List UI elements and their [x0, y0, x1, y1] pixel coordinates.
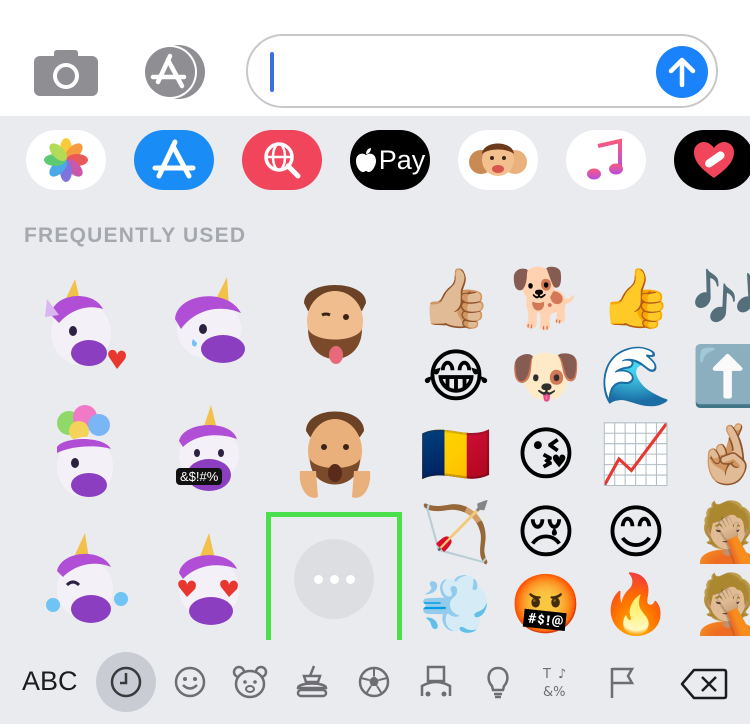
globe-search-icon [264, 142, 301, 179]
unicorn-sticker-heart[interactable] [28, 270, 138, 380]
emoji-key[interactable]: 💨 [418, 566, 494, 642]
memoji-app-button[interactable] [458, 130, 538, 190]
emoji-key[interactable]: 🔥 [598, 566, 674, 642]
emoji-key[interactable]: 🎶 [690, 260, 750, 336]
memoji-icon [469, 143, 527, 176]
memoji-sticker-shocked[interactable] [280, 398, 390, 508]
unicorn-sticker-laughing[interactable] [28, 526, 138, 636]
emoji-key[interactable]: 👍🏼 [418, 260, 494, 336]
apple-icon [355, 148, 376, 172]
emoji-key[interactable]: 🐕 [508, 260, 584, 336]
digital-touch-app-button[interactable] [674, 130, 750, 190]
app-store-icon [143, 45, 205, 99]
emoji-key[interactable]: 😘 [508, 416, 584, 492]
category-objects[interactable] [476, 660, 520, 704]
more-icon [313, 574, 323, 584]
backspace-button[interactable] [680, 668, 728, 700]
flag-icon [610, 667, 635, 698]
emoji-key[interactable]: 📈 [598, 416, 674, 492]
food-icon [296, 665, 328, 698]
category-activity[interactable] [352, 660, 396, 704]
category-recent[interactable] [96, 652, 156, 712]
unicorn-memoji-icon [178, 533, 239, 625]
svg-text:&%: &% [543, 685, 566, 700]
category-flags[interactable] [600, 660, 644, 704]
symbols-icon: T ♪ &% [542, 667, 566, 700]
bear-icon [232, 665, 268, 699]
building-icon [420, 665, 452, 697]
memoji-man-icon [299, 411, 371, 498]
emoji-key[interactable]: 🤦🏼 [690, 566, 750, 642]
category-symbols[interactable]: T ♪ &% [538, 660, 582, 704]
unicorn-sticker-crying[interactable] [152, 270, 262, 380]
emoji-category-bar: ABC T ♪ &% [0, 640, 750, 724]
emoji-key[interactable]: ⬆️ [690, 338, 750, 414]
emoji-key[interactable]: 👍 [598, 260, 674, 336]
sticker-badge: &$!#% [176, 468, 223, 485]
emoji-key[interactable]: 🤬 [508, 566, 584, 642]
heart-icon [694, 142, 734, 178]
apple-pay-app-button[interactable]: Pay [350, 130, 430, 190]
clock-icon [110, 666, 142, 698]
unicorn-memoji-icon [175, 277, 245, 363]
emoji-key[interactable]: 😢 [508, 494, 584, 570]
emoji-key[interactable]: 😂 [418, 338, 494, 414]
app-store-icon [152, 139, 196, 179]
backspace-icon [680, 668, 728, 700]
arrow-up-icon [668, 57, 696, 87]
unicorn-sticker-heart-eyes[interactable] [152, 526, 262, 636]
unicorn-memoji-icon [57, 405, 113, 497]
smiley-icon [174, 666, 206, 698]
unicorn-memoji-icon [179, 405, 239, 491]
emoji-key[interactable]: 🐶 [508, 338, 584, 414]
unicorn-memoji-icon [45, 279, 126, 369]
camera-icon [34, 50, 98, 96]
soccer-ball-icon [358, 666, 390, 698]
memoji-sticker-winking-tongue[interactable] [280, 270, 390, 380]
text-cursor [270, 52, 274, 92]
photos-icon [44, 138, 88, 182]
emoji-key[interactable]: 🌊 [598, 338, 674, 414]
lightbulb-icon [487, 666, 509, 699]
imessage-app-drawer: Pay [0, 116, 750, 208]
more-stickers-button[interactable] [294, 539, 374, 619]
abc-keyboard-button[interactable]: ABC [22, 666, 78, 697]
unicorn-sticker-swearing[interactable]: &$!#% [152, 398, 262, 508]
photos-app-button[interactable] [26, 130, 106, 190]
category-food[interactable] [290, 660, 334, 704]
memoji-man-icon [304, 285, 366, 364]
unicorn-sticker-exploding-head[interactable] [28, 398, 138, 508]
images-search-app-button[interactable] [242, 130, 322, 190]
emoji-key[interactable]: 🇹🇩 [418, 416, 494, 492]
svg-text:♪: ♪ [558, 667, 566, 682]
app-store-button[interactable] [140, 44, 212, 100]
send-button[interactable] [656, 46, 708, 98]
category-smileys[interactable] [168, 660, 212, 704]
section-title: FREQUENTLY USED [24, 224, 247, 247]
emoji-key[interactable]: 🏹 [418, 494, 494, 570]
music-app-button[interactable] [566, 130, 646, 190]
category-animals[interactable] [228, 660, 272, 704]
emoji-key[interactable]: 😊 [598, 494, 674, 570]
camera-button[interactable] [34, 48, 98, 96]
category-travel[interactable] [414, 660, 458, 704]
message-input[interactable] [246, 34, 718, 108]
more-stickers-highlight [266, 512, 402, 646]
unicorn-memoji-icon [46, 533, 128, 623]
emoji-key[interactable]: 🤦🏼 [690, 494, 750, 570]
apple-pay-label: Pay [378, 144, 426, 175]
emoji-key[interactable]: 🤞🏼 [690, 416, 750, 492]
music-note-icon [587, 138, 623, 180]
app-store-app-button[interactable] [134, 130, 214, 190]
message-compose-bar [0, 0, 750, 116]
svg-text:T: T [542, 667, 551, 682]
